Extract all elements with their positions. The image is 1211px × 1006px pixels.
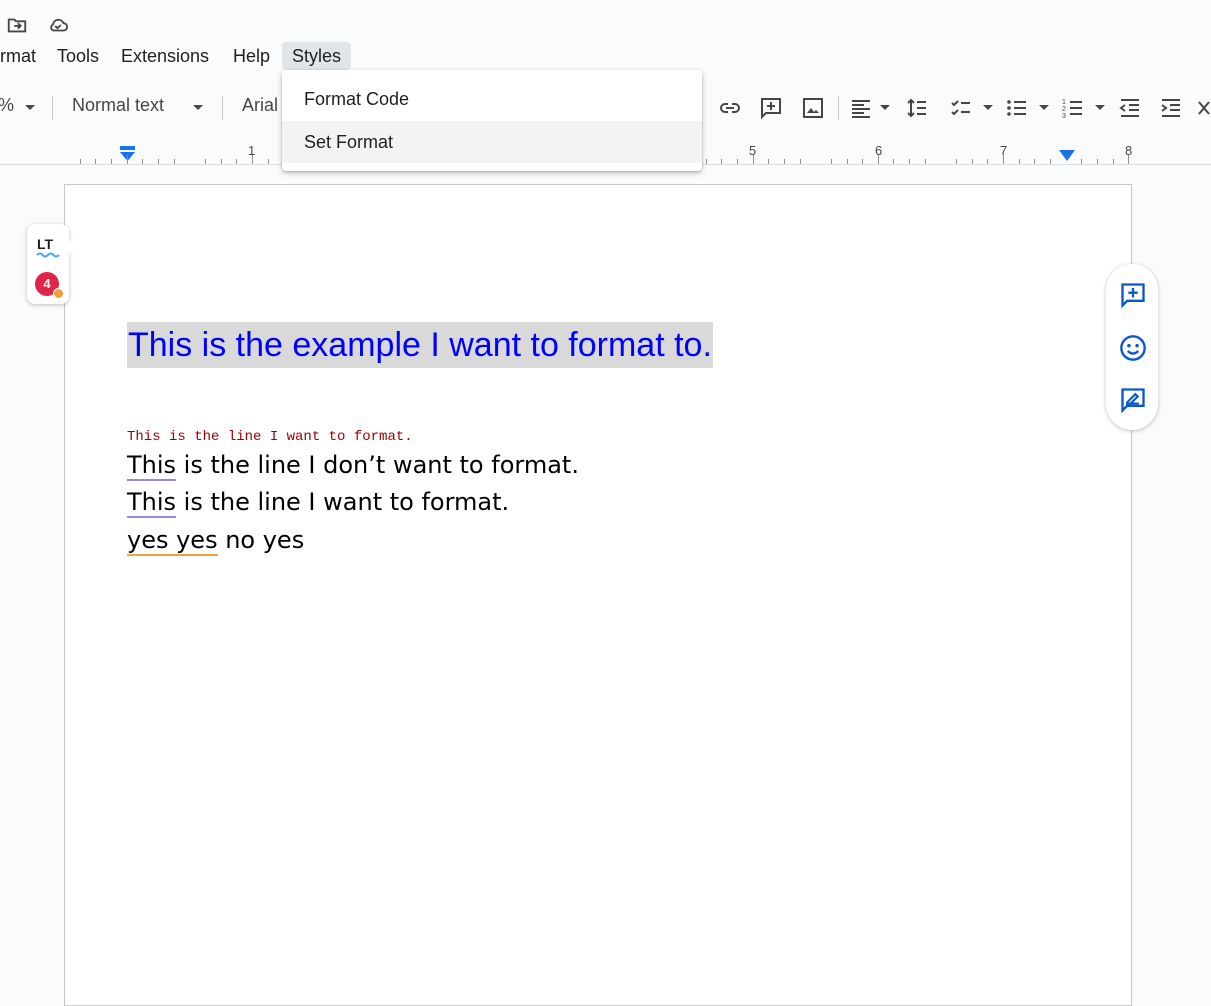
- bulleted-list-caret-icon[interactable]: [1039, 105, 1049, 110]
- spelling-underline-word[interactable]: This: [127, 451, 177, 481]
- menu-extensions[interactable]: Extensions: [111, 42, 219, 70]
- menu-tools[interactable]: Tools: [47, 42, 109, 70]
- paragraph-style-select[interactable]: Normal text: [72, 95, 164, 116]
- svg-text:1: 1: [1062, 99, 1066, 106]
- toolbar-divider: [222, 96, 223, 120]
- document-page[interactable]: [64, 184, 1132, 1006]
- ruler-tick: [1096, 159, 1098, 164]
- menu-item-set-format[interactable]: Set Format: [282, 121, 702, 163]
- paragraph-style-caret-icon[interactable]: [193, 105, 203, 110]
- ruler-tick: [1128, 155, 1130, 164]
- ruler-tick: [862, 159, 864, 164]
- checklist-caret-icon[interactable]: [983, 105, 993, 110]
- ruler-tick: [877, 155, 879, 164]
- ruler-tick: [721, 159, 723, 164]
- add-comment-icon[interactable]: [759, 96, 783, 120]
- add-comment-icon[interactable]: [1119, 281, 1147, 309]
- toolbar-divider: [838, 96, 839, 120]
- side-action-panel: [1106, 264, 1158, 430]
- line-spacing-icon[interactable]: [905, 96, 929, 120]
- ruler-tick: [1081, 159, 1083, 164]
- ruler-tick: [987, 159, 989, 164]
- ruler-tick: [126, 155, 128, 164]
- heading-line[interactable]: This is the example I want to format to.: [127, 322, 713, 368]
- ruler-tick: [1018, 159, 1020, 164]
- suggest-edits-icon[interactable]: [1119, 386, 1147, 414]
- ruler-tick: [705, 159, 707, 164]
- ruler-tick: [971, 159, 973, 164]
- ruler-tick: [736, 159, 738, 164]
- ruler-tick: [79, 159, 81, 164]
- ruler-tick: [799, 159, 801, 164]
- menu-styles[interactable]: Styles: [282, 42, 352, 70]
- checklist-icon[interactable]: [949, 96, 973, 120]
- ruler-tick: [956, 159, 957, 164]
- ruler-tick: [752, 155, 754, 164]
- ruler-tick: [267, 159, 269, 164]
- ruler-tick: [1112, 159, 1114, 164]
- svg-text:2: 2: [1062, 106, 1066, 113]
- increase-indent-icon[interactable]: [1159, 96, 1183, 120]
- font-select[interactable]: Arial: [242, 95, 278, 116]
- decrease-indent-icon[interactable]: [1118, 96, 1142, 120]
- toolbar-divider: [52, 96, 53, 120]
- svg-text:3: 3: [1062, 113, 1066, 120]
- numbered-list-caret-icon[interactable]: [1095, 105, 1105, 110]
- menu-item-label: Set Format: [304, 132, 394, 152]
- menu-bar: rmat Tools Extensions Help Styles: [0, 42, 1211, 70]
- move-to-folder-icon[interactable]: [6, 14, 28, 36]
- ruler-tick: [173, 159, 175, 164]
- grammar-underline-words[interactable]: yes yes: [127, 526, 218, 556]
- widget-pointer-icon: [69, 240, 76, 254]
- ruler-tick: [1003, 155, 1004, 164]
- ruler-tick: [236, 159, 238, 164]
- ruler-tick: [220, 159, 222, 164]
- zoom-caret-icon[interactable]: [25, 105, 35, 110]
- languagetool-widget[interactable]: LT 4: [27, 224, 69, 304]
- body-line-text: is the line I want to format.: [176, 488, 510, 516]
- ruler-tick: [204, 159, 206, 164]
- clear-formatting-icon[interactable]: [1197, 96, 1211, 120]
- right-indent-marker-icon[interactable]: [1059, 150, 1075, 162]
- zoom-select[interactable]: %: [0, 95, 14, 116]
- align-left-icon[interactable]: [849, 96, 873, 120]
- ruler-tick: [909, 159, 911, 164]
- ruler-tick: [846, 159, 848, 164]
- align-caret-icon[interactable]: [880, 105, 890, 110]
- ruler-tick: [924, 159, 926, 164]
- menu-format[interactable]: rmat: [0, 42, 46, 70]
- ruler-tick: [1049, 159, 1051, 164]
- insert-link-icon[interactable]: [718, 96, 742, 120]
- emoji-reaction-icon[interactable]: [1119, 334, 1147, 362]
- styles-dropdown-menu: Format Code Set Format: [282, 70, 702, 171]
- code-formatted-line[interactable]: This is the line I want to format.: [127, 429, 413, 445]
- numbered-list-icon[interactable]: 1 2 3: [1061, 96, 1085, 120]
- body-line-4[interactable]: yes yes no yes: [127, 526, 305, 556]
- ruler-tick: [893, 159, 895, 164]
- menu-item-format-code[interactable]: Format Code: [282, 78, 702, 120]
- body-line-2[interactable]: This is the line I don’t want to format.: [127, 451, 579, 481]
- languagetool-logo-icon[interactable]: LT: [35, 236, 61, 260]
- body-line-3[interactable]: This is the line I want to format.: [127, 488, 510, 518]
- insert-image-icon[interactable]: [801, 96, 825, 120]
- ruler-tick: [157, 159, 159, 164]
- svg-text:LT: LT: [37, 236, 54, 252]
- menu-help[interactable]: Help: [223, 42, 280, 70]
- status-dot: [53, 288, 64, 299]
- spelling-underline-word[interactable]: This: [127, 488, 177, 518]
- body-line-text: is the line I don’t want to format.: [176, 451, 579, 479]
- ruler-tick: [111, 159, 112, 164]
- ruler-tick: [95, 159, 97, 164]
- ruler-tick: [251, 155, 253, 164]
- ruler-tick: [830, 159, 832, 164]
- body-line-text: no yes: [217, 526, 305, 554]
- ruler-tick: [142, 159, 144, 164]
- bulleted-list-icon[interactable]: [1005, 96, 1029, 120]
- cloud-saved-icon[interactable]: [47, 14, 69, 36]
- ruler-tick: [783, 159, 785, 164]
- ruler-tick: [1034, 159, 1036, 164]
- menu-item-label: Format Code: [304, 89, 410, 109]
- ruler-tick: [768, 159, 770, 164]
